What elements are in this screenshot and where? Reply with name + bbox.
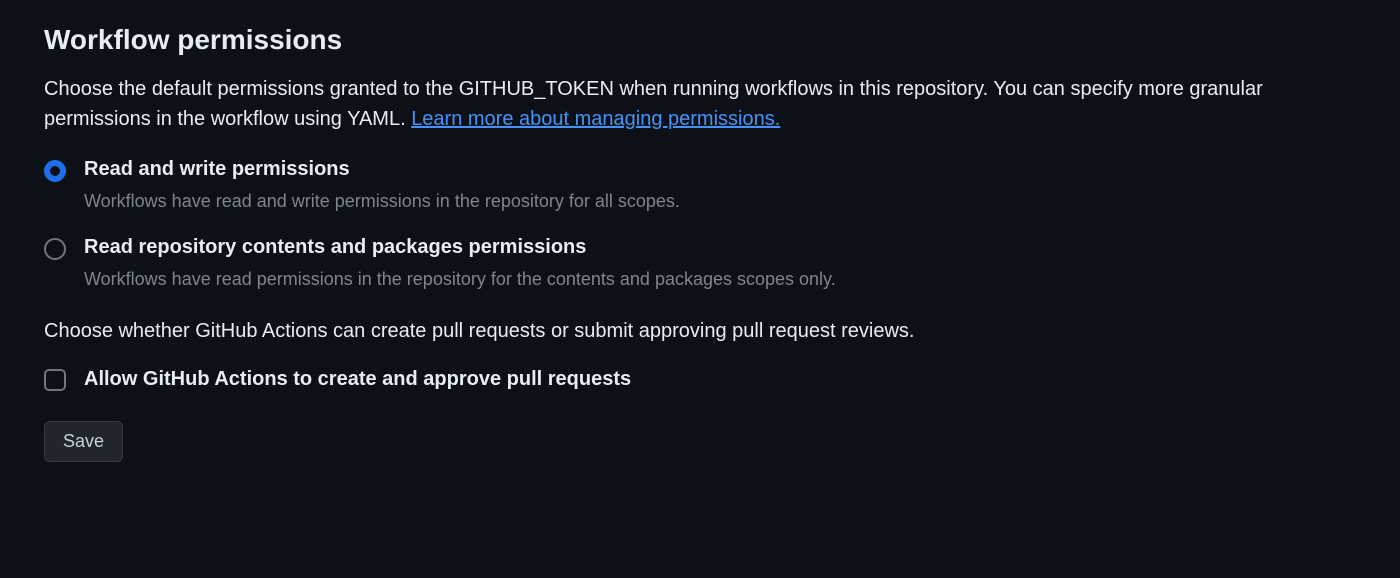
save-button[interactable]: Save <box>44 421 123 462</box>
radio-hint-read-only: Workflows have read permissions in the r… <box>84 267 1356 292</box>
section-description: Choose the default permissions granted t… <box>44 74 1356 134</box>
checkbox-allow-pr[interactable] <box>44 369 66 391</box>
radio-label-read-write[interactable]: Read and write permissions <box>84 158 1356 181</box>
radio-hint-read-write: Workflows have read and write permission… <box>84 189 1356 214</box>
radio-read-write[interactable] <box>44 160 66 182</box>
radio-content: Read and write permissions Workflows hav… <box>84 158 1356 214</box>
radio-content: Read repository contents and packages pe… <box>84 236 1356 292</box>
checkbox-label-allow-pr[interactable]: Allow GitHub Actions to create and appro… <box>84 368 631 391</box>
section-title: Workflow permissions <box>44 24 1356 56</box>
permissions-radio-group: Read and write permissions Workflows hav… <box>44 158 1356 292</box>
pr-section-description: Choose whether GitHub Actions can create… <box>44 316 1356 346</box>
radio-item-read-write: Read and write permissions Workflows hav… <box>44 158 1356 214</box>
radio-item-read-only: Read repository contents and packages pe… <box>44 236 1356 292</box>
learn-more-link[interactable]: Learn more about managing permissions. <box>411 108 780 130</box>
radio-label-read-only[interactable]: Read repository contents and packages pe… <box>84 236 1356 259</box>
checkbox-item-allow-pr: Allow GitHub Actions to create and appro… <box>44 368 1356 391</box>
radio-read-only[interactable] <box>44 238 66 260</box>
